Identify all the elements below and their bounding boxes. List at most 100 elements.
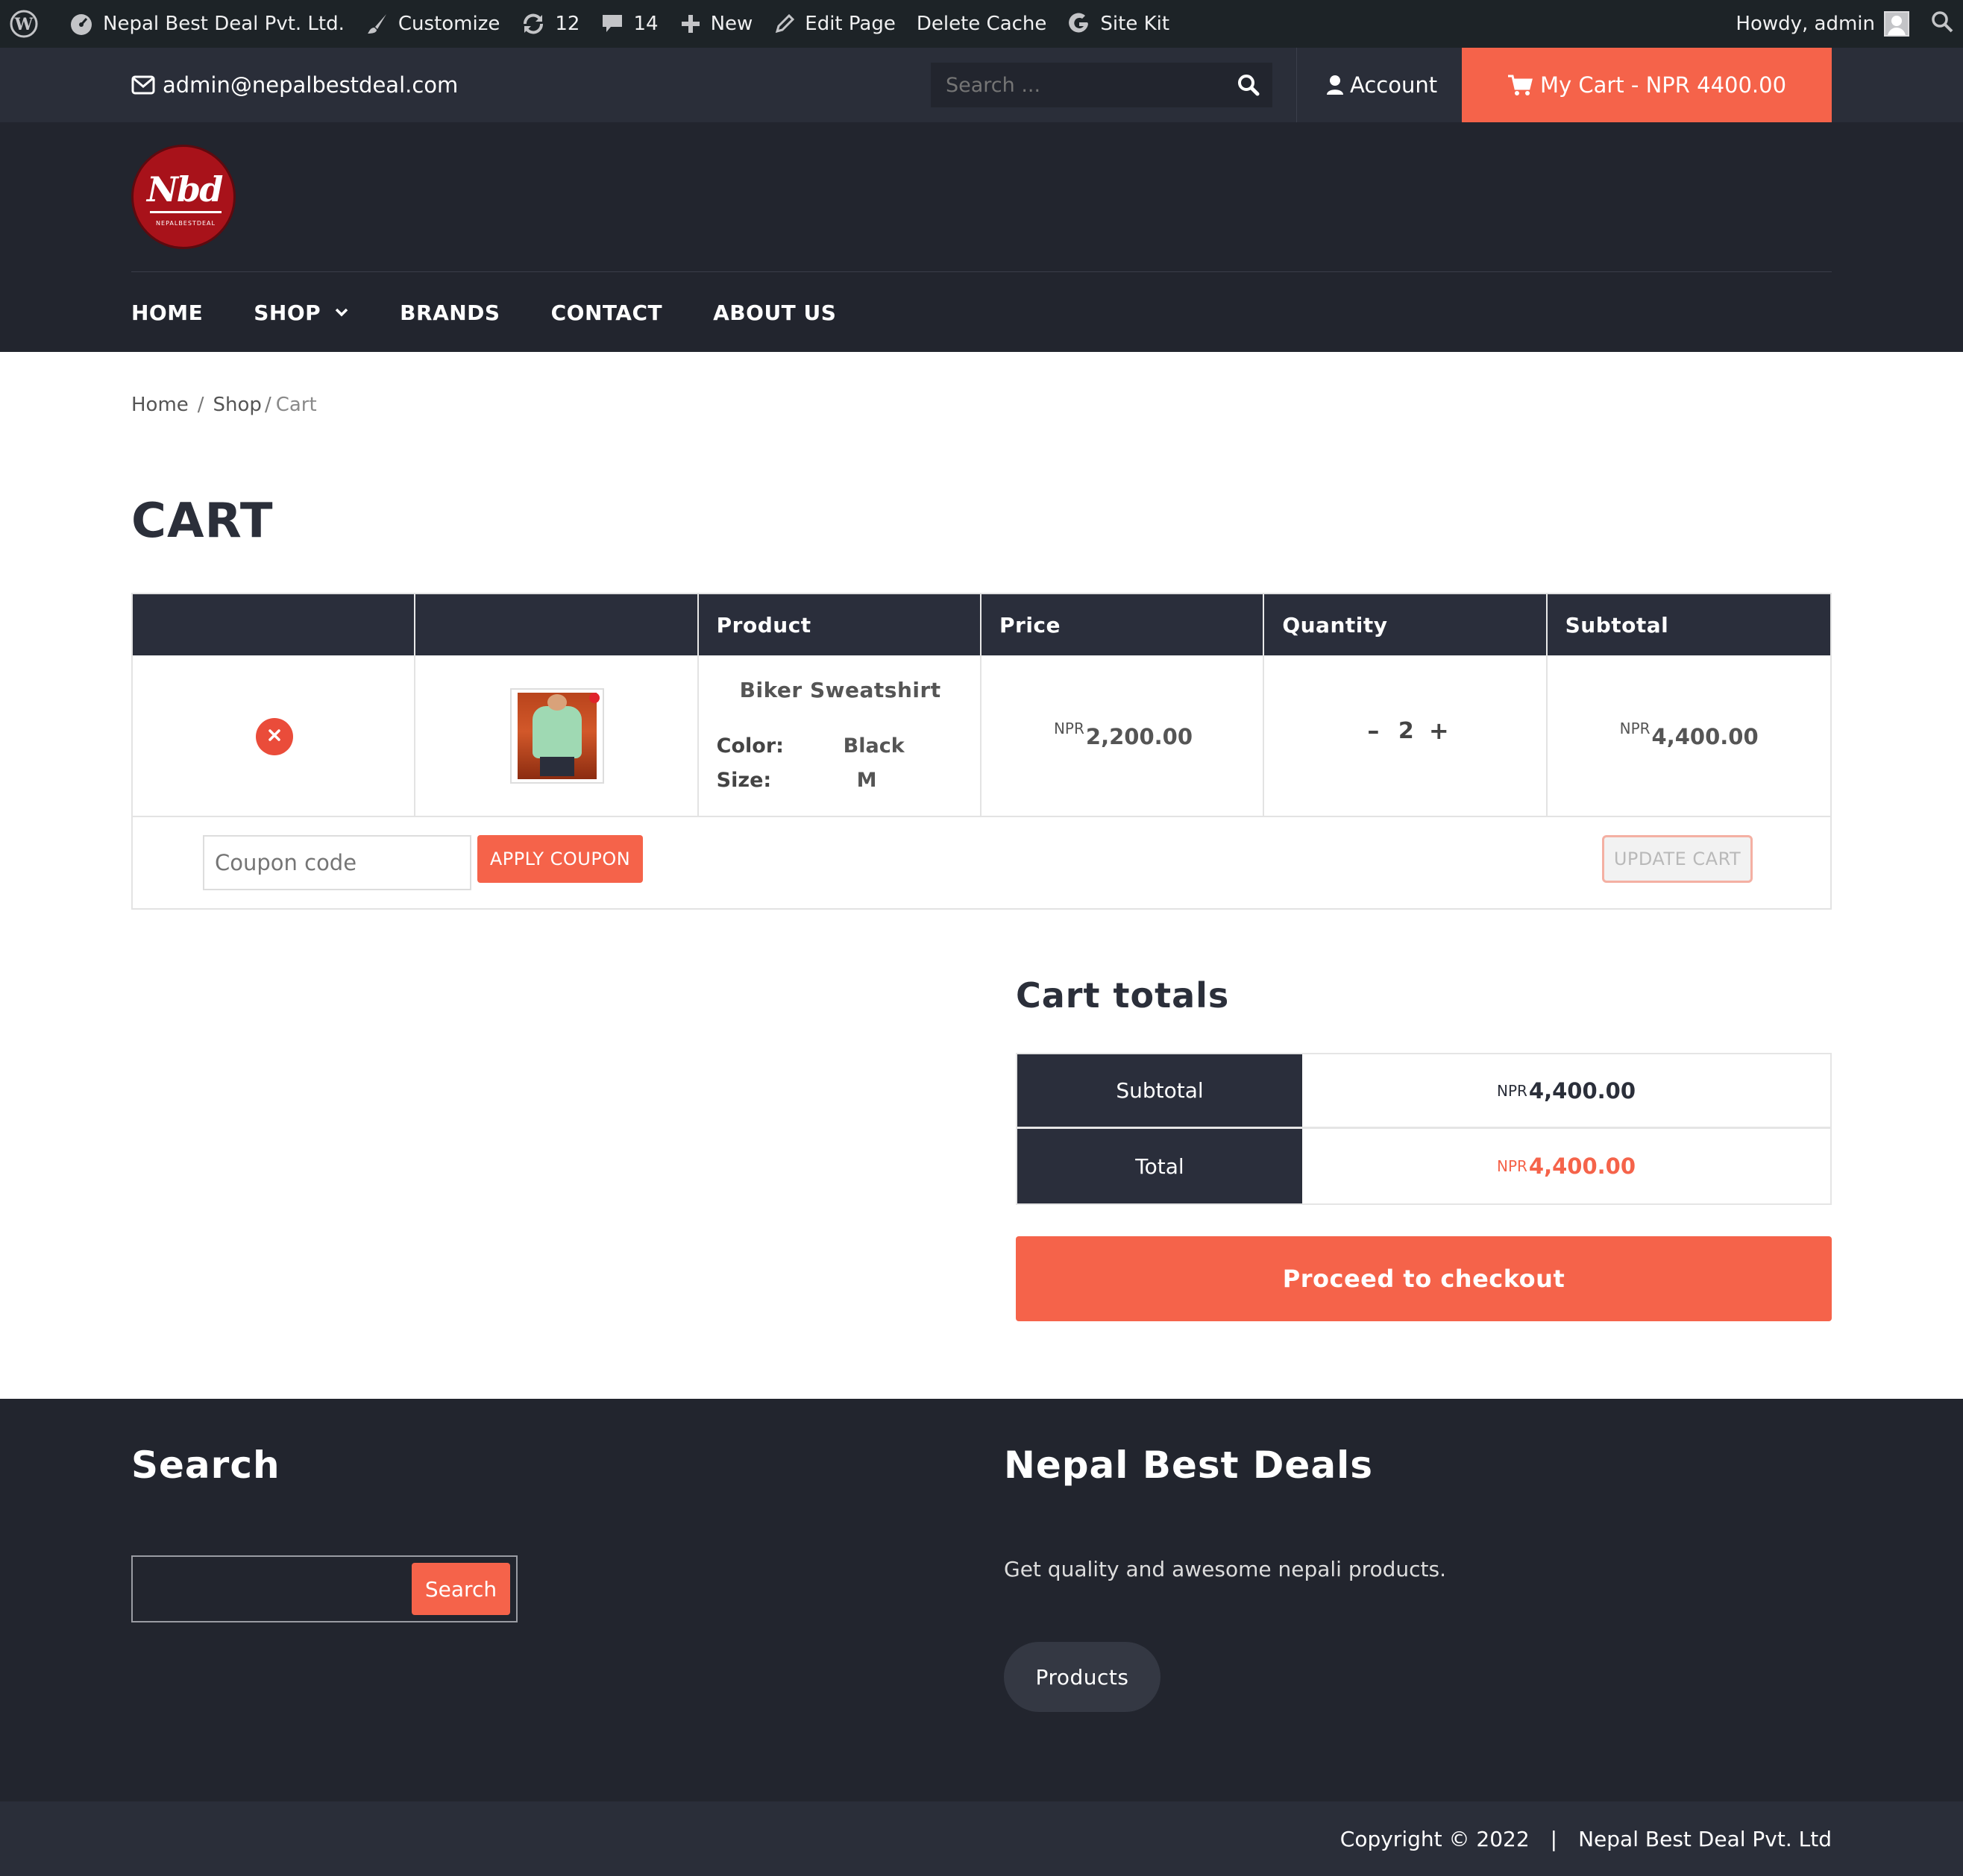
cart-table-header: Product Price Quantity Subtotal: [133, 594, 1830, 655]
cart-table: Product Price Quantity Subtotal Biker Sw…: [131, 593, 1832, 910]
admin-updates-link[interactable]: 12: [510, 0, 590, 48]
header-search-button[interactable]: [1237, 73, 1260, 100]
breadcrumb-shop[interactable]: Shop: [213, 394, 262, 416]
admin-new-link[interactable]: New: [669, 0, 764, 48]
currency-symbol: NPR: [1619, 720, 1651, 737]
quantity-decrease-button[interactable]: –: [1358, 717, 1388, 745]
account-label: Account: [1350, 72, 1438, 98]
table-row: Biker Sweatshirt Color: Black Size: M NP…: [133, 655, 1830, 817]
admin-edit-page-label: Edit Page: [805, 13, 896, 35]
header-search-input[interactable]: [931, 73, 1222, 97]
admin-account-menu[interactable]: Howdy, admin: [1725, 0, 1920, 48]
thumbnail-cell: [415, 655, 699, 816]
quantity-input[interactable]: 2: [1388, 718, 1424, 744]
admin-site-name: Nepal Best Deal Pvt. Ltd.: [103, 13, 345, 35]
currency-symbol: NPR: [1496, 1157, 1527, 1175]
logo-text: Nbd: [147, 169, 223, 210]
nav-item-home[interactable]: HOME: [131, 300, 203, 325]
pencil-icon: [773, 13, 796, 35]
cart-totals-subtotal-label: Subtotal: [1017, 1054, 1302, 1127]
cart-totals-table: Subtotal NPR 4,400.00 Total NPR 4,400.00: [1016, 1053, 1832, 1205]
column-header-quantity: Quantity: [1264, 594, 1548, 655]
topbar-divider: [1296, 48, 1297, 122]
cart-totals-total-row: Total NPR 4,400.00: [1017, 1129, 1830, 1203]
comment-bubble-icon: [600, 12, 624, 36]
wordpress-logo-button[interactable]: W: [0, 0, 58, 48]
breadcrumb-current: Cart: [275, 394, 317, 416]
svg-text:W: W: [14, 15, 34, 34]
footer-search-button[interactable]: Search: [412, 1563, 510, 1615]
cart-totals-subtotal-amount: 4,400.00: [1528, 1077, 1636, 1104]
item-price: NPR2,200.00: [982, 720, 1265, 749]
site-footer: Search Search Nepal Best Deals Get quali…: [0, 1399, 1963, 1801]
apply-coupon-button[interactable]: APPLY COUPON: [477, 835, 643, 883]
admin-site-name-link[interactable]: Nepal Best Deal Pvt. Ltd.: [58, 0, 355, 48]
cart-totals-total-amount: 4,400.00: [1528, 1153, 1636, 1179]
admin-site-kit-link[interactable]: Site Kit: [1057, 0, 1180, 48]
wordpress-icon: W: [9, 9, 39, 39]
paintbrush-icon: [365, 12, 389, 36]
product-name-link[interactable]: Biker Sweatshirt: [699, 678, 982, 702]
plus-icon: [679, 13, 702, 35]
chevron-down-icon: [334, 307, 349, 318]
column-header-subtotal: Subtotal: [1565, 612, 1669, 638]
mini-cart-button[interactable]: My Cart - NPR 4400.00: [1462, 48, 1832, 122]
quantity-increase-button[interactable]: +: [1424, 717, 1454, 745]
admin-customize-label: Customize: [398, 13, 500, 35]
logo-underline: [150, 211, 222, 213]
proceed-to-checkout-button[interactable]: Proceed to checkout: [1016, 1236, 1832, 1321]
currency-symbol: NPR: [1053, 720, 1084, 737]
contact-email-link[interactable]: admin@nepalbestdeal.com: [131, 48, 458, 122]
search-icon: [1930, 10, 1954, 39]
column-header-price: Price: [982, 594, 1265, 655]
update-cart-button[interactable]: UPDATE CART: [1602, 835, 1753, 883]
nav-item-contact[interactable]: CONTACT: [551, 300, 663, 325]
footer-search-input[interactable]: [139, 1563, 407, 1615]
nav-item-shop-label: SHOP: [254, 300, 321, 325]
envelope-icon: [131, 75, 155, 95]
copyright-separator: |: [1550, 1826, 1558, 1851]
copyright: Copyright © 2022 | Nepal Best Deal Pvt. …: [1340, 1801, 1832, 1876]
footer-about-text: Get quality and awesome nepali products.: [1004, 1557, 1447, 1581]
variation-size-label: Size:: [716, 769, 772, 792]
item-subtotal: NPR4,400.00: [1548, 720, 1831, 749]
nav-item-about[interactable]: ABOUT US: [713, 300, 836, 325]
account-link[interactable]: Account: [1326, 48, 1437, 122]
nav-item-brands[interactable]: BRANDS: [400, 300, 500, 325]
cart-totals-subtotal-row: Subtotal NPR 4,400.00: [1017, 1054, 1830, 1129]
footer-about-title: Nepal Best Deals: [1004, 1444, 1373, 1487]
cart-totals-total-label: Total: [1017, 1129, 1302, 1203]
dashboard-icon: [69, 11, 94, 37]
footer-search-title: Search: [131, 1444, 280, 1487]
quantity-cell: – 2 +: [1264, 655, 1548, 816]
footer-search-form: Search: [131, 1555, 518, 1622]
admin-comments-link[interactable]: 14: [590, 0, 668, 48]
nav-item-shop[interactable]: SHOP: [254, 300, 349, 325]
coupon-code-input[interactable]: [203, 835, 471, 890]
column-header-thumbnail: [415, 594, 699, 655]
footer-products-button[interactable]: Products: [1004, 1642, 1160, 1712]
admin-edit-page-link[interactable]: Edit Page: [763, 0, 906, 48]
admin-site-kit-label: Site Kit: [1100, 13, 1170, 35]
remove-item-button[interactable]: [256, 718, 293, 755]
admin-customize-link[interactable]: Customize: [355, 0, 510, 48]
logo-subtext: NEPALBESTDEAL: [156, 220, 216, 227]
contact-email: admin@nepalbestdeal.com: [163, 72, 459, 98]
breadcrumb: Home / Shop / Cart: [131, 394, 317, 416]
main-navigation: HOME SHOP BRANDS CONTACT ABOUT US: [131, 273, 887, 352]
admin-howdy-label: Howdy, admin: [1736, 13, 1875, 35]
admin-search-button[interactable]: [1920, 0, 1963, 48]
site-logo[interactable]: Nbd NEPALBESTDEAL: [131, 145, 236, 249]
cart-totals-total-value: NPR 4,400.00: [1302, 1129, 1830, 1203]
admin-updates-count: 12: [555, 13, 580, 35]
variation-color-value: Black: [843, 734, 905, 758]
cart-actions-row: APPLY COUPON UPDATE CART: [133, 817, 1830, 908]
product-thumbnail[interactable]: [510, 688, 605, 784]
close-icon: [267, 728, 282, 746]
admin-bar: W Nepal Best Deal Pvt. Ltd. Customize 12…: [0, 0, 1963, 48]
footer-bottom-bar: Copyright © 2022 | Nepal Best Deal Pvt. …: [0, 1801, 1963, 1876]
breadcrumb-home[interactable]: Home: [131, 394, 189, 416]
mini-cart-label: My Cart - NPR 4400.00: [1539, 72, 1787, 98]
product-cell: Biker Sweatshirt Color: Black Size: M: [699, 655, 982, 816]
admin-delete-cache-link[interactable]: Delete Cache: [906, 0, 1058, 48]
